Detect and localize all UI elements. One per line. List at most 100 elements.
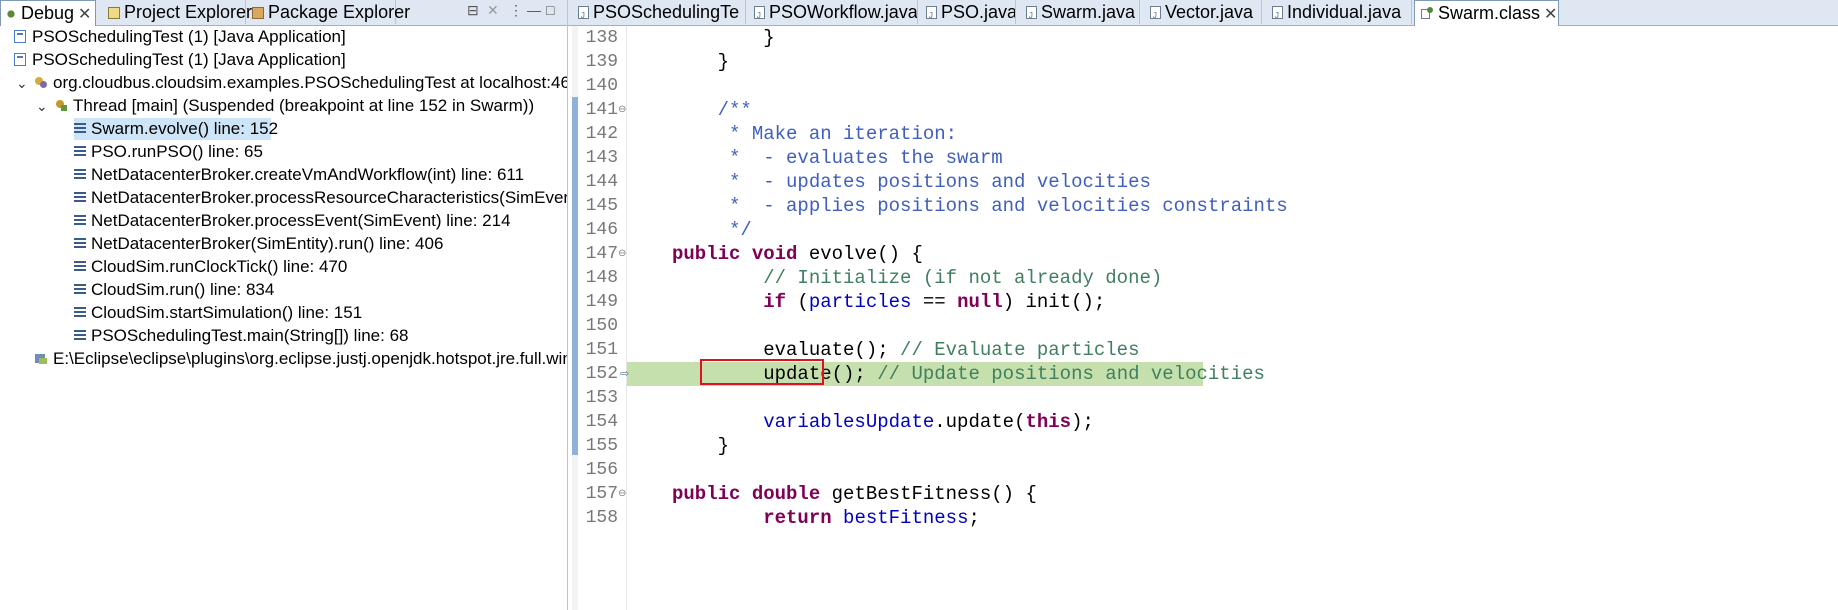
tab-label: Swarm.class xyxy=(1438,3,1541,23)
code-line: 158 return bestFitness; xyxy=(568,506,1838,530)
minimize-icon[interactable]: — xyxy=(527,2,541,18)
code-text: // Initialize (if not already done) xyxy=(672,267,1163,289)
tab-individual[interactable]: Individual.java xyxy=(1266,0,1412,24)
debug-view: Debug ✕ Project Explorer Package Explorer… xyxy=(0,0,568,610)
code-line: 144 * - updates positions and velocities xyxy=(568,170,1838,194)
debug-bug-icon xyxy=(5,8,17,20)
code-fragment: evolve() { xyxy=(797,243,923,265)
code-fragment: ); xyxy=(1071,411,1094,433)
line-number: 152 xyxy=(585,364,618,384)
tab-psoworkflow[interactable]: PSOWorkflow.java xyxy=(748,0,918,24)
tab-debug-label: Debug xyxy=(21,3,75,23)
code-line: 147 ⊖ public void evolve() { xyxy=(568,242,1838,266)
code-line: 149 if (particles == null) init(); xyxy=(568,290,1838,314)
code-line: 157 ⊖ public double getBestFitness() { xyxy=(568,482,1838,506)
fold-collapse-icon[interactable]: ⊖ xyxy=(618,482,626,506)
class-file-icon xyxy=(1421,7,1434,20)
stack-frame[interactable]: NetDatacenterBroker.processEvent(SimEven… xyxy=(74,210,511,232)
code-text: * - updates positions and velocities xyxy=(672,171,1151,193)
stack-frame-icon xyxy=(74,215,86,225)
code-text: } xyxy=(672,435,730,457)
process-label: E:\Eclipse\eclipse\plugins\org.eclipse.j… xyxy=(53,349,568,368)
tab-package-explorer[interactable]: Package Explorer xyxy=(248,0,410,24)
code-fragment: evaluate(); xyxy=(763,339,901,361)
tab-project-explorer[interactable]: Project Explorer xyxy=(104,0,252,24)
suspended-thread-icon xyxy=(54,99,68,112)
stack-frame-icon xyxy=(74,261,86,271)
code-line: 155 } xyxy=(568,434,1838,458)
stack-frame[interactable]: CloudSim.runClockTick() line: 470 xyxy=(74,256,347,278)
keyword: public xyxy=(672,243,741,265)
collapse-all-icon[interactable]: ⊟ xyxy=(467,2,479,19)
disconnect-icon[interactable]: ✕ xyxy=(487,2,499,19)
line-number: 141 xyxy=(585,100,618,120)
stack-frame-label: Swarm.evolve() line: 152 xyxy=(91,119,279,138)
tab-pso[interactable]: PSO.java xyxy=(920,0,1016,24)
package-icon xyxy=(252,7,264,19)
launch-2-label: PSOSchedulingTest (1) [Java Application] xyxy=(32,50,346,69)
maximize-icon[interactable]: □ xyxy=(546,2,554,18)
tab-vector[interactable]: Vector.java xyxy=(1144,0,1262,24)
stack-frame[interactable]: CloudSim.startSimulation() line: 151 xyxy=(74,302,362,324)
keyword: if xyxy=(763,291,787,313)
code-fragment: ; xyxy=(968,507,980,529)
tree-item-thread[interactable]: Thread [main] (Suspended (breakpoint at … xyxy=(54,95,534,117)
code-line: 138 } xyxy=(568,26,1838,50)
code-line: 146 */ xyxy=(568,218,1838,242)
fold-collapse-icon[interactable]: ⊖ xyxy=(618,242,626,266)
line-number: 145 xyxy=(585,196,618,216)
tree-item-vm[interactable]: org.cloudbus.cloudsim.examples.PSOSchedu… xyxy=(34,72,567,94)
tree-item-launch-2[interactable]: PSOSchedulingTest (1) [Java Application] xyxy=(14,49,346,71)
stack-frame[interactable]: CloudSim.run() line: 834 xyxy=(74,279,274,301)
stack-frame-label: CloudSim.runClockTick() line: 470 xyxy=(91,257,348,276)
code-line: 145 * - applies positions and velocities… xyxy=(568,194,1838,218)
tab-swarm-class[interactable]: Swarm.class ✕ xyxy=(1414,0,1559,26)
line-number: 150 xyxy=(585,316,618,336)
java-app-icon xyxy=(14,30,26,43)
field: particles xyxy=(808,291,912,313)
stack-frame[interactable]: NetDatacenterBroker.createVmAndWorkflow(… xyxy=(74,164,524,186)
tree-item-process[interactable]: E:\Eclipse\eclipse\plugins\org.eclipse.j… xyxy=(34,348,568,370)
chevron-down-icon[interactable]: ⌄ xyxy=(36,95,48,117)
code-text: /** xyxy=(672,99,752,121)
code-line: 141 ⊖ /** xyxy=(568,98,1838,122)
field: bestFitness xyxy=(843,507,969,529)
stack-frame-icon xyxy=(74,238,86,248)
line-number: 144 xyxy=(585,172,618,192)
stack-frame-label: NetDatacenterBroker(SimEntity).run() lin… xyxy=(91,234,444,253)
left-tab-bar: Debug ✕ Project Explorer Package Explorer… xyxy=(0,0,567,26)
code-text: if (particles == null) init(); xyxy=(672,290,1105,314)
stack-frame-label: PSO.runPSO() line: 65 xyxy=(91,142,263,161)
editor-tab-bar: PSOSchedulingTe PSOWorkflow.java PSO.jav… xyxy=(568,0,1838,26)
fold-collapse-icon[interactable]: ⊖ xyxy=(618,98,626,122)
code-fragment: getBestFitness() { xyxy=(820,483,1037,505)
code-line: 156 xyxy=(568,458,1838,482)
code-fragment: ) init(); xyxy=(1002,291,1106,313)
comment: // Update positions and velocities xyxy=(877,363,1265,385)
tree-item-launch-1[interactable]: PSOSchedulingTest (1) [Java Application] xyxy=(14,26,346,48)
stack-frame[interactable]: PSO.runPSO() line: 65 xyxy=(74,141,263,163)
tab-label: Swarm.java xyxy=(1041,2,1136,22)
view-menu-icon[interactable]: ⋮ xyxy=(509,2,523,19)
folder-icon xyxy=(108,7,120,19)
line-number: 149 xyxy=(585,292,618,312)
close-icon[interactable]: ✕ xyxy=(1544,6,1557,23)
code-line: 153 xyxy=(568,386,1838,410)
tab-psoschedulingtest[interactable]: PSOSchedulingTe xyxy=(572,0,746,24)
chevron-down-icon[interactable]: ⌄ xyxy=(16,72,28,94)
stack-frame[interactable]: NetDatacenterBroker(SimEntity).run() lin… xyxy=(74,233,443,255)
field: variablesUpdate xyxy=(763,411,935,433)
stack-frame[interactable]: Swarm.evolve() line: 152 xyxy=(74,118,278,140)
line-number: 140 xyxy=(585,76,618,96)
line-number: 153 xyxy=(585,388,618,408)
java-file-icon xyxy=(926,4,937,24)
line-number: 158 xyxy=(585,508,618,528)
line-number: 139 xyxy=(585,52,618,72)
keyword: null xyxy=(957,291,1003,313)
stack-frame[interactable]: PSOSchedulingTest.main(String[]) line: 6… xyxy=(74,325,409,347)
stack-frame-icon xyxy=(74,330,86,340)
tab-debug[interactable]: Debug ✕ xyxy=(0,0,96,26)
stack-frame[interactable]: NetDatacenterBroker.processResourceChara… xyxy=(74,187,567,209)
tab-swarm-java[interactable]: Swarm.java xyxy=(1020,0,1140,24)
close-icon[interactable]: ✕ xyxy=(78,6,91,23)
